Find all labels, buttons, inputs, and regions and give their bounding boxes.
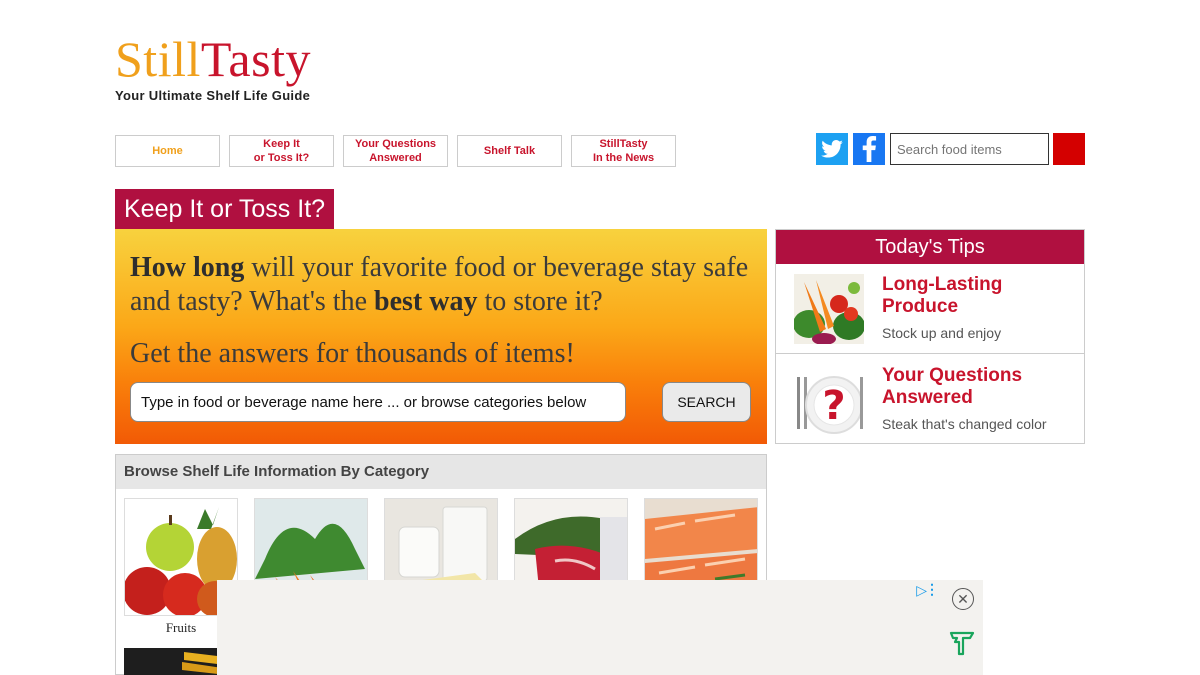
nav-shelf-talk[interactable]: Shelf Talk bbox=[457, 135, 562, 167]
search-button[interactable] bbox=[1053, 133, 1085, 165]
tip-title[interactable]: Long-Lasting Produce bbox=[882, 274, 1072, 318]
tips-header: Today's Tips bbox=[776, 230, 1084, 264]
facebook-icon[interactable] bbox=[853, 133, 885, 165]
hero-question: How long will your favorite food or beve… bbox=[130, 251, 755, 319]
food-search-input[interactable] bbox=[130, 382, 626, 422]
todays-tips-panel: Today's Tips Long-Lasting Produce Stock … bbox=[775, 229, 1085, 444]
search-input[interactable] bbox=[890, 133, 1049, 165]
nav-your-questions[interactable]: Your Questions Answered bbox=[343, 135, 448, 167]
ad-banner[interactable]: ▷ ⋮ ✕ bbox=[217, 580, 983, 675]
close-icon[interactable]: ✕ bbox=[952, 588, 974, 610]
hero-panel: How long will your favorite food or beve… bbox=[115, 229, 767, 444]
tip-subtitle: Stock up and enjoy bbox=[882, 325, 1002, 341]
nav-keep-or-toss[interactable]: Keep It or Toss It? bbox=[229, 135, 334, 167]
tip-item[interactable]: Long-Lasting Produce Stock up and enjoy bbox=[776, 264, 1084, 354]
nav-home[interactable]: Home bbox=[115, 135, 220, 167]
logo-still: Still bbox=[115, 31, 201, 87]
ad-brand-icon bbox=[949, 631, 975, 656]
hero-answers: Get the answers for thousands of items! bbox=[130, 338, 575, 369]
nav-in-the-news[interactable]: StillTasty In the News bbox=[571, 135, 676, 167]
hero-bold-how-long: How long bbox=[130, 252, 245, 283]
food-search-button[interactable]: SEARCH bbox=[662, 382, 751, 422]
site-logo[interactable]: StillTasty bbox=[115, 30, 311, 88]
hero-title: Keep It or Toss It? bbox=[115, 189, 335, 229]
svg-text:?: ? bbox=[822, 383, 845, 429]
logo-tasty: Tasty bbox=[200, 31, 311, 87]
tip-title[interactable]: Your Questions Answered bbox=[882, 365, 1072, 409]
question-plate-image[interactable]: ? bbox=[794, 365, 864, 435]
logo-text: StillTasty bbox=[115, 30, 311, 88]
twitter-icon[interactable] bbox=[816, 133, 848, 165]
more-options-icon[interactable]: ⋮ bbox=[925, 581, 939, 598]
tagline: Your Ultimate Shelf Life Guide bbox=[115, 88, 311, 103]
tip-item[interactable]: ? Your Questions Answered Steak that's c… bbox=[776, 355, 1084, 445]
produce-image[interactable] bbox=[794, 274, 864, 344]
tip-subtitle: Steak that's changed color bbox=[882, 416, 1047, 432]
hero-text-2: to store it? bbox=[477, 286, 603, 317]
browse-header: Browse Shelf Life Information By Categor… bbox=[116, 455, 766, 489]
hero-bold-best-way: best way bbox=[374, 286, 478, 317]
